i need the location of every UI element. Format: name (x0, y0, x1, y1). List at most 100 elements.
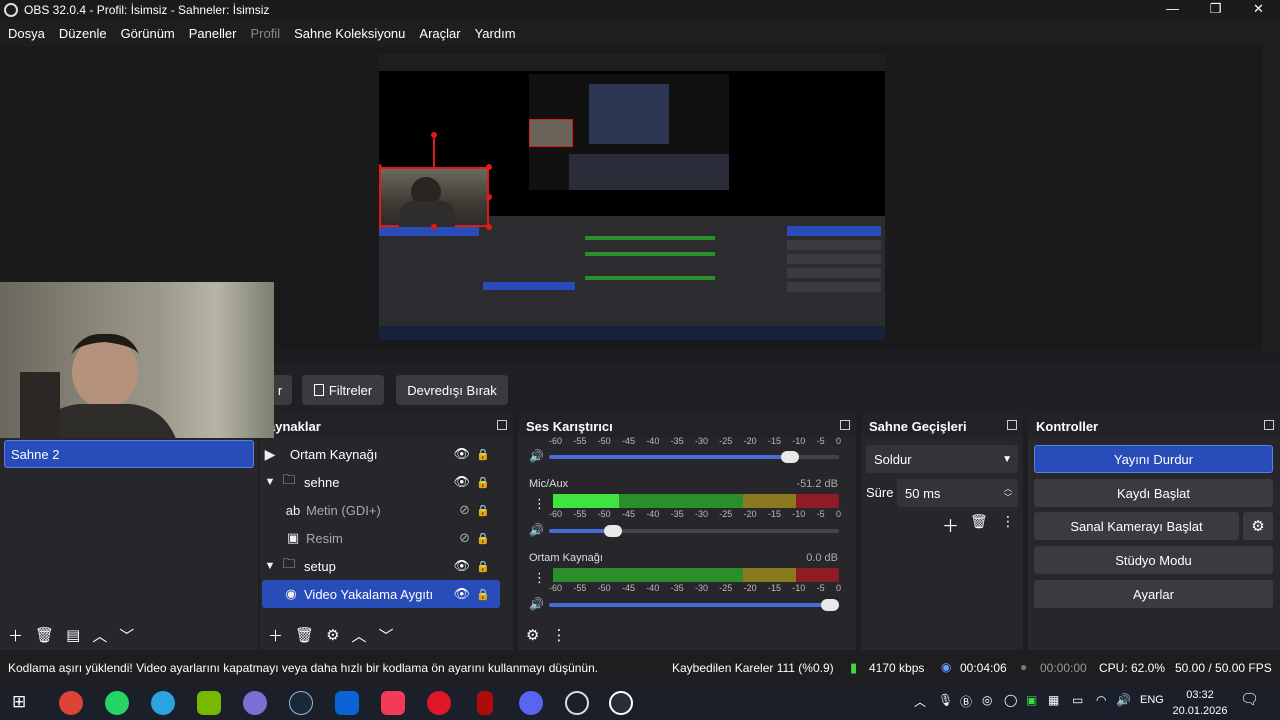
steam-tray-icon[interactable]: ◎ (982, 693, 992, 707)
tray-app-icon[interactable]: ▣ (1026, 693, 1037, 707)
add-source-icon[interactable]: ＋ (268, 625, 283, 646)
lock-icon[interactable]: 🔒 (476, 504, 490, 517)
mixer-settings-icon[interactable]: ⚙ (526, 626, 539, 644)
menu-tools[interactable]: Araçlar (419, 26, 460, 41)
chrome-icon[interactable] (59, 691, 83, 715)
visibility-icon[interactable]: 👁 (453, 558, 470, 574)
maximize-button[interactable]: ❐ (1194, 0, 1237, 20)
remove-transition-icon[interactable]: 🗑 (970, 513, 988, 530)
menu-docks[interactable]: Paneller (189, 26, 237, 41)
duration-spinbox[interactable]: 50 ms ︿ ﹀ (897, 479, 1018, 507)
lock-icon[interactable]: 🔒 (476, 532, 490, 545)
preview-webcam-source[interactable] (379, 167, 489, 227)
app-icon[interactable] (243, 691, 267, 715)
lock-icon[interactable]: 🔒 (476, 448, 490, 461)
lock-icon[interactable]: 🔒 (476, 476, 490, 489)
preview-scrollbar-vertical[interactable] (1262, 46, 1280, 350)
source-group[interactable]: ▼ 🗀 setup 👁 🔒 (262, 552, 500, 580)
menu-edit[interactable]: Düzenle (59, 26, 107, 41)
remove-source-icon[interactable]: 🗑 (295, 626, 314, 644)
speaker-icon[interactable]: 🔊 (529, 449, 544, 463)
add-transition-icon[interactable]: ＋ (942, 512, 959, 537)
undock-icon[interactable] (840, 420, 850, 430)
menu-file[interactable]: Dosya (8, 26, 45, 41)
move-down-icon[interactable]: ﹀ (379, 625, 394, 646)
resize-handle[interactable] (486, 164, 492, 170)
obs-taskbar-icon[interactable] (609, 691, 633, 715)
volume-slider[interactable] (549, 525, 839, 537)
tray-overflow-icon[interactable]: ︿ (914, 693, 926, 710)
whatsapp-tray-icon[interactable]: ◯ (1004, 693, 1017, 707)
hidden-icon[interactable]: ⊘ (459, 530, 470, 546)
filters-button[interactable]: Filtreler (302, 375, 384, 405)
undock-icon[interactable] (1007, 420, 1017, 430)
visibility-icon[interactable]: 👁 (453, 586, 470, 602)
source-group[interactable]: ▼ 🗀 sehne 👁 🔒 (262, 468, 500, 496)
add-scene-icon[interactable]: ＋ (8, 625, 23, 646)
outlook-icon[interactable] (335, 691, 359, 715)
menu-help[interactable]: Yardım (475, 26, 516, 41)
language-indicator[interactable]: ENG (1140, 694, 1164, 706)
virtual-camera-settings-button[interactable]: ⚙ (1243, 512, 1273, 540)
undock-icon[interactable] (497, 420, 507, 430)
move-up-icon[interactable]: ︿ (92, 625, 107, 646)
resize-handle[interactable] (486, 194, 492, 200)
speaker-icon[interactable]: 🔊 (529, 523, 544, 537)
battery-icon[interactable]: ▭ (1072, 693, 1083, 707)
visibility-icon[interactable]: 👁 (453, 474, 470, 490)
scene-filters-icon[interactable]: ▤ (66, 626, 80, 644)
whatsapp-icon[interactable] (105, 691, 129, 715)
volume-slider[interactable] (549, 599, 840, 611)
lock-icon[interactable]: 🔒 (476, 588, 490, 601)
wifi-icon[interactable]: ◠ (1096, 693, 1106, 707)
resize-handle[interactable] (431, 224, 437, 230)
disable-button[interactable]: Devredışı Bırak (396, 375, 508, 405)
menu-view[interactable]: Görünüm (121, 26, 175, 41)
start-virtual-camera-button[interactable]: Sanal Kamerayı Başlat (1034, 512, 1239, 540)
start-recording-button[interactable]: Kaydı Başlat (1034, 479, 1273, 507)
stop-stream-button[interactable]: Yayını Durdur (1034, 445, 1273, 473)
channel-menu-icon[interactable]: ⋮ (533, 570, 546, 586)
microphone-icon[interactable]: 🎙 (938, 693, 953, 707)
spin-arrows-icon[interactable]: ︿ ﹀ (1004, 484, 1012, 502)
settings-button[interactable]: Ayarlar (1034, 580, 1273, 608)
tray-app-icon[interactable]: Ⓑ (960, 693, 972, 710)
remove-scene-icon[interactable]: 🗑 (35, 626, 54, 644)
mixer-menu-icon[interactable]: ⋮ (551, 626, 566, 644)
tray-app-icon[interactable]: ▦ (1048, 693, 1059, 707)
nvidia-icon[interactable] (197, 691, 221, 715)
menu-profile[interactable]: Profil (250, 26, 280, 41)
hidden-icon[interactable]: ⊘ (459, 502, 470, 518)
volume-slider[interactable] (549, 451, 839, 463)
discord-icon[interactable] (519, 691, 543, 715)
minimize-button[interactable]: — (1151, 0, 1194, 20)
system-clock[interactable]: 03:32 20.01.2026 (1168, 687, 1232, 719)
close-button[interactable]: ✕ (1237, 0, 1280, 20)
roblox-icon[interactable] (477, 691, 493, 715)
steam-icon[interactable] (289, 691, 313, 715)
music-icon[interactable] (381, 691, 405, 715)
resize-handle[interactable] (486, 224, 492, 230)
transition-menu-icon[interactable]: ⋮ (1001, 513, 1015, 530)
source-item[interactable]: ab Metin (GDI+) ⊘ 🔒 (262, 496, 500, 524)
start-icon[interactable]: ⊞ (12, 692, 26, 712)
source-item[interactable]: ▣ Resim ⊘ 🔒 (262, 524, 500, 552)
source-item[interactable]: ▶ Ortam Kaynağı 👁 🔒 (262, 440, 500, 468)
studio-mode-button[interactable]: Stüdyo Modu (1034, 546, 1273, 574)
source-item-selected[interactable]: ◉ Video Yakalama Aygıtı 👁 🔒 (262, 580, 500, 608)
menu-scene-collection[interactable]: Sahne Koleksiyonu (294, 26, 405, 41)
volume-icon[interactable]: 🔊 (1116, 693, 1131, 707)
move-up-icon[interactable]: ︿ (352, 625, 367, 646)
collapse-icon[interactable]: ▼ (262, 560, 278, 572)
telegram-icon[interactable] (151, 691, 175, 715)
lock-icon[interactable]: 🔒 (476, 560, 490, 573)
transition-select[interactable]: Soldur ▼ (866, 445, 1018, 473)
collapse-icon[interactable]: ▼ (262, 476, 278, 488)
visibility-icon[interactable]: 👁 (453, 446, 470, 462)
channel-menu-icon[interactable]: ⋮ (533, 496, 546, 512)
undock-icon[interactable] (1264, 420, 1274, 430)
move-down-icon[interactable]: ﹀ (119, 625, 134, 646)
speedometer-icon[interactable] (565, 691, 589, 715)
source-settings-icon[interactable]: ⚙ (326, 626, 339, 644)
media-player-icon[interactable] (427, 691, 451, 715)
